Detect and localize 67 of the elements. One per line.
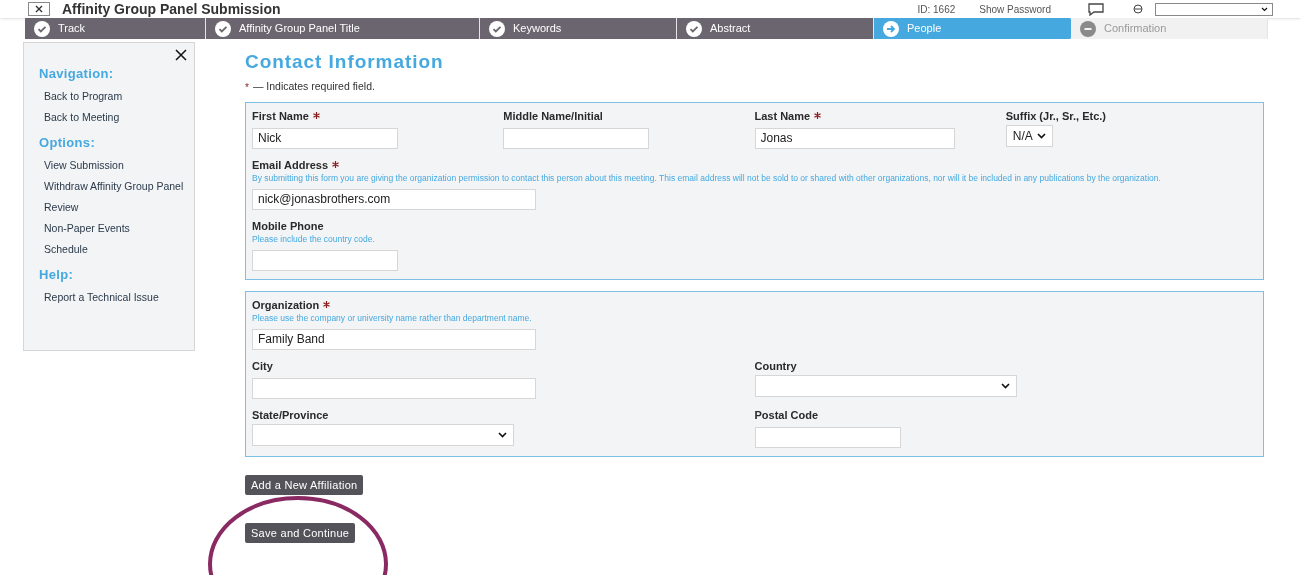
progress-step[interactable]: Affinity Group Panel Title xyxy=(206,18,480,39)
field-label: Postal Code xyxy=(754,408,819,422)
sidebar-link[interactable]: Review xyxy=(39,197,79,218)
section-title: Contact Information xyxy=(245,50,444,74)
chevron-down-icon xyxy=(1036,133,1046,139)
sidebar-link[interactable]: Back to Program xyxy=(39,86,123,107)
sidebar-heading: Navigation: xyxy=(39,65,114,83)
progress-step[interactable]: Abstract xyxy=(677,18,874,39)
text-field[interactable]: nick@jonasbrothers.com xyxy=(252,188,536,210)
field-label: Middle Name/Initial xyxy=(503,109,603,123)
select-field[interactable] xyxy=(754,375,1017,397)
sidebar-link[interactable]: Back to Meeting xyxy=(39,107,120,128)
check-circle-icon xyxy=(489,20,505,37)
sidebar-link[interactable]: View Submission xyxy=(39,155,124,176)
text-field[interactable]: Nick xyxy=(252,127,398,149)
required-asterisk-icon xyxy=(814,112,822,119)
field-label: State/Province xyxy=(252,408,329,422)
text-field[interactable] xyxy=(252,249,398,271)
close-icon[interactable] xyxy=(175,49,187,61)
sidebar-link[interactable]: Non-Paper Events xyxy=(39,218,130,239)
action-button[interactable]: Add a New Affiliation xyxy=(245,475,364,495)
text-field[interactable] xyxy=(754,426,901,448)
sidebar-heading: Options: xyxy=(39,134,96,152)
chevron-down-icon xyxy=(1000,383,1010,389)
text-field[interactable]: Family Band xyxy=(252,328,536,350)
required-note: — Indicates required field. xyxy=(252,79,375,95)
field-label: Mobile Phone xyxy=(252,219,324,233)
select-field[interactable] xyxy=(252,424,514,446)
language-select[interactable] xyxy=(1155,2,1273,16)
minus-circle-icon xyxy=(1080,20,1096,37)
chevron-down-icon xyxy=(1261,6,1268,12)
field-label: Email Address xyxy=(252,158,328,172)
action-button[interactable]: Save and Continue xyxy=(245,523,356,543)
field-label: Organization xyxy=(252,298,320,312)
chevron-down-icon xyxy=(498,432,507,438)
field-hint: Please include the country code. xyxy=(252,233,375,245)
field-label: Country xyxy=(754,359,797,373)
chat-icon[interactable] xyxy=(1087,2,1105,16)
close-icon xyxy=(35,5,43,13)
text-field[interactable]: Jonas xyxy=(754,127,955,149)
required-asterisk-icon xyxy=(312,112,320,119)
check-circle-icon xyxy=(34,20,50,37)
sidebar-link[interactable]: Withdraw Affinity Group Panel xyxy=(39,176,184,197)
field-label: First Name xyxy=(252,109,309,123)
arrow-circle-icon xyxy=(883,20,899,37)
field-hint: Please use the company or university name rather than department name. xyxy=(252,312,532,324)
text-field[interactable] xyxy=(252,377,536,399)
field-label: City xyxy=(252,359,273,373)
field-label: Suffix (Jr., Sr., Etc.) xyxy=(1005,109,1106,123)
sidebar-link[interactable]: Schedule xyxy=(39,239,88,260)
submission-id: ID: 1662 xyxy=(917,2,956,17)
progress-step[interactable]: Track xyxy=(25,18,206,39)
select-field[interactable]: N/A xyxy=(1005,125,1053,147)
check-circle-icon xyxy=(686,20,702,37)
sidebar-heading: Help: xyxy=(39,266,74,284)
check-circle-icon xyxy=(215,20,231,37)
sidebar-link[interactable]: Report a Technical Issue xyxy=(39,287,159,308)
field-hint: By submitting this form you are giving the organization permission to contact this person about this meeting. This email address will not be sold to or shared with other organizations, nor will it be included in any publications by the organization. xyxy=(252,172,1161,184)
field-label: Last Name xyxy=(754,109,811,123)
text-field[interactable] xyxy=(503,127,650,149)
required-mark: * xyxy=(245,80,249,95)
close-button[interactable] xyxy=(28,2,50,16)
progress-step[interactable]: Keywords xyxy=(480,18,677,39)
show-password-link[interactable]: Show Password xyxy=(979,1,1051,17)
page-title: Affinity Group Panel Submission xyxy=(62,0,281,19)
required-asterisk-icon xyxy=(332,161,339,168)
required-asterisk-icon xyxy=(323,301,331,308)
